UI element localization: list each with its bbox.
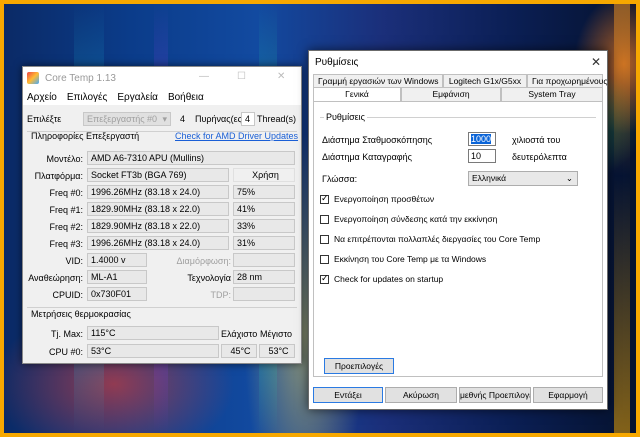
tab-windows-taskbar[interactable]: Γραμμή εργασιών των Windows (313, 74, 443, 88)
coretemp-window: Core Temp 1.13 — ☐ ✕ Αρχείο Επιλογές Εργ… (22, 66, 302, 364)
temp-title: Μετρήσεις θερμοκρασίας (31, 309, 131, 319)
coretemp-menubar: Αρχείο Επιλογές Εργαλεία Βοήθεια (23, 89, 301, 105)
polling-unit: χιλιοστά του (512, 135, 561, 145)
select-label: Επιλέξτε (27, 114, 62, 124)
close-icon[interactable]: ✕ (591, 55, 601, 69)
checkbox-multiple-instances[interactable]: Να επιτρέπονται πολλαπλές διεργασίες του… (320, 234, 540, 244)
tab-advanced[interactable]: Για προχωρημένους (527, 74, 608, 88)
cpu0-value: 53°C (87, 344, 219, 358)
checkbox-enable-plugins[interactable]: Ενεργοποίηση προσθέτων (320, 193, 434, 204)
revision-label: Αναθεώρηση: (28, 273, 83, 283)
checkbox-box[interactable] (320, 273, 329, 284)
driver-update-link[interactable]: Check for AMD Driver Updates (175, 131, 298, 141)
tab-logitech[interactable]: Logitech G1x/G5xx (443, 74, 527, 88)
tdp-label: TDP: (210, 290, 231, 300)
freq2-usage: 33% (233, 219, 295, 233)
usage-header: Χρήση (233, 168, 295, 182)
logging-input[interactable]: 10 (468, 149, 496, 163)
checkbox-check-updates[interactable]: Check for updates on startup (320, 273, 443, 284)
tab-system-tray[interactable]: System Tray (501, 87, 603, 101)
platform-label: Πλατφόρμα: (34, 171, 83, 181)
language-label: Γλώσσα: (322, 174, 358, 184)
freq2-value: 1829.90MHz (83.18 x 22.0) (87, 219, 229, 233)
tab-row-1: Γραμμή εργασιών των Windows Logitech G1x… (313, 74, 608, 88)
settings-titlebar[interactable]: Ρυθμίσεις (309, 51, 607, 73)
tjmax-value: 115°C (87, 326, 219, 340)
settings-title: Ρυθμίσεις (315, 56, 359, 68)
logging-unit: δευτερόλεπτα (512, 152, 567, 162)
modulation-label: Διαμόρφωση: (176, 256, 231, 266)
vid-value: 1.4000 v (87, 253, 147, 267)
platform-value: Socket FT3b (BGA 769) (87, 168, 229, 182)
model-label: Μοντέλο: (46, 154, 83, 164)
menu-options[interactable]: Επιλογές (67, 92, 107, 103)
revision-value: ML-A1 (87, 270, 147, 284)
processor-select[interactable]: Επεξεργαστής #0 ▾ (83, 112, 171, 126)
global-defaults-button[interactable]: μεθνής Προεπιλογέ (459, 387, 531, 403)
tech-value: 28 nm (233, 270, 295, 284)
tdp-value (233, 287, 295, 301)
tab-general[interactable]: Γενικά (313, 87, 401, 101)
cores-label: Πυρήνας(ες) (195, 114, 241, 124)
tech-label: Τεχνολογία (187, 273, 231, 283)
apply-button[interactable]: Εφαρμογή (533, 387, 603, 403)
coretemp-titlebar[interactable]: Core Temp 1.13 (23, 67, 301, 89)
wallpaper-streak (614, 4, 630, 433)
checkbox-start-with-windows[interactable]: Εκκίνηση του Core Temp με τα Windows (320, 254, 486, 264)
freq1-value: 1829.90MHz (83.18 x 22.0) (87, 202, 229, 216)
tjmax-label: Tj. Max: (50, 329, 83, 339)
freq0-label: Freq #0: (49, 188, 83, 198)
chevron-down-icon: ⌄ (565, 173, 573, 183)
freq3-label: Freq #3: (49, 239, 83, 249)
cpuid-value: 0x730F01 (87, 287, 147, 301)
min-header: Ελάχιστο (221, 329, 258, 339)
divider (27, 307, 297, 308)
checkbox-box[interactable] (320, 254, 329, 264)
settings-group-title: Ρυθμίσεις (324, 112, 368, 122)
modulation-value (233, 253, 295, 267)
cores-value: 4 (180, 114, 186, 124)
maximize-icon[interactable]: ☐ (237, 71, 246, 82)
freq3-usage: 31% (233, 236, 295, 250)
coretemp-app-icon (27, 72, 39, 84)
max-header: Μέγιστο (260, 329, 292, 339)
chevron-down-icon: ▾ (162, 114, 167, 124)
proc-info-title: Πληροφορίες Επεξεργαστή (31, 131, 140, 141)
language-select[interactable]: Ελληνικά ⌄ (468, 171, 578, 186)
cpu0-min: 45°C (221, 344, 257, 358)
vid-label: VID: (65, 256, 83, 266)
logging-label: Διάστημα Καταγραφής (322, 152, 412, 162)
menu-help[interactable]: Βοήθεια (168, 92, 204, 103)
freq3-value: 1996.26MHz (83.18 x 24.0) (87, 236, 229, 250)
freq1-usage: 41% (233, 202, 295, 216)
menu-file[interactable]: Αρχείο (27, 92, 57, 103)
ok-button[interactable]: Εντάξει (313, 387, 383, 403)
threads-label: Thread(s) (257, 114, 297, 124)
settings-dialog: Ρυθμίσεις ✕ Γραμμή εργασιών των Windows … (308, 50, 608, 410)
cpu0-label: CPU #0: (48, 347, 83, 357)
menu-tools[interactable]: Εργαλεία (117, 92, 158, 103)
cancel-button[interactable]: Ακύρωση (385, 387, 457, 403)
minimize-icon[interactable]: — (199, 71, 209, 82)
freq0-value: 1996.26MHz (83.18 x 24.0) (87, 185, 229, 199)
freq1-label: Freq #1: (49, 205, 83, 215)
polling-input[interactable]: 1000 (468, 132, 496, 146)
freq2-label: Freq #2: (49, 222, 83, 232)
close-icon[interactable]: ✕ (277, 71, 285, 82)
checkbox-box[interactable] (320, 193, 329, 204)
cpu0-max: 53°C (259, 344, 295, 358)
cpuid-label: CPUID: (52, 290, 83, 300)
general-tab-panel: Ρυθμίσεις Διάστημα Σταθμοσκόπησης 1000 χ… (313, 101, 603, 377)
checkbox-box[interactable] (320, 234, 329, 244)
checkbox-logging-startup[interactable]: Ενεργοποίηση σύνδεσης κατά την εκκίνηση (320, 214, 497, 224)
model-value: AMD A6-7310 APU (Mullins) (87, 151, 295, 165)
tab-appearance[interactable]: Εμφάνιση (401, 87, 501, 101)
checkbox-box[interactable] (320, 214, 329, 224)
threads-value: 4 (241, 112, 255, 126)
polling-label: Διάστημα Σταθμοσκόπησης (322, 135, 433, 145)
coretemp-title: Core Temp 1.13 (45, 72, 116, 84)
freq0-usage: 75% (233, 185, 295, 199)
tab-row-2: Γενικά Εμφάνιση System Tray (313, 87, 603, 101)
defaults-button[interactable]: Προεπιλογές (324, 358, 394, 374)
